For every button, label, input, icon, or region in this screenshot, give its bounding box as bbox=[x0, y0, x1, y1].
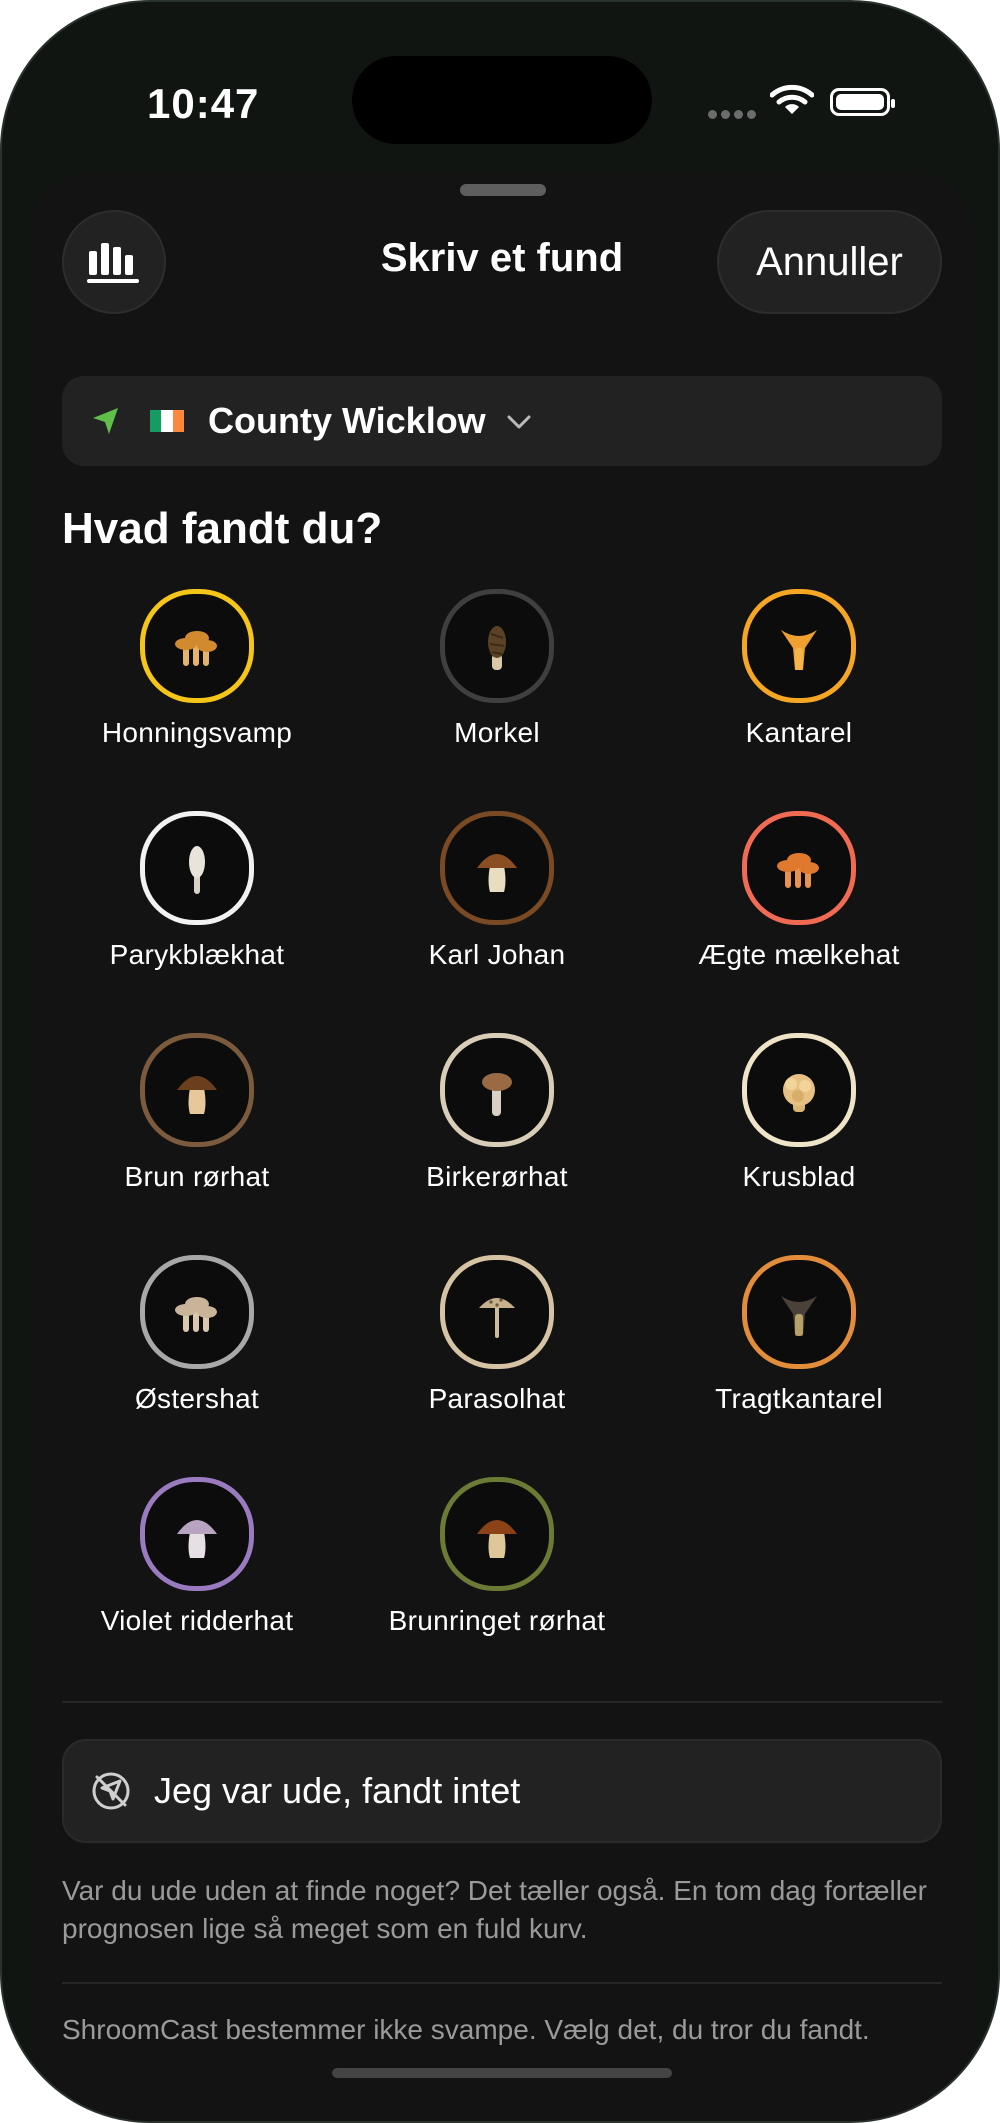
species-label: Krusblad bbox=[742, 1161, 856, 1192]
species-label: Birkerørhat bbox=[426, 1161, 568, 1192]
species-item[interactable]: Brun rørhat bbox=[47, 1033, 347, 1193]
species-item[interactable]: Violet ridderhat bbox=[47, 1477, 347, 1637]
mushroom-icon bbox=[140, 589, 254, 703]
battery-icon bbox=[830, 88, 895, 116]
species-item[interactable]: Morkel bbox=[347, 589, 647, 749]
species-label: Honningsvamp bbox=[101, 717, 293, 748]
mushroom-icon bbox=[440, 589, 554, 703]
species-item[interactable]: Kantarel bbox=[649, 589, 949, 749]
cancel-button[interactable]: Annuller bbox=[717, 210, 942, 314]
species-label: Morkel bbox=[454, 717, 540, 748]
species-item[interactable]: Ægte mælkehat bbox=[649, 811, 949, 971]
info-text: Var du ude uden at finde noget? Det tæll… bbox=[62, 1875, 927, 1944]
mushroom-icon bbox=[140, 1033, 254, 1147]
species-label: Østershat bbox=[134, 1383, 260, 1414]
mushroom-icon bbox=[440, 1033, 554, 1147]
mushroom-icon bbox=[742, 1255, 856, 1369]
mushroom-icon bbox=[440, 1477, 554, 1591]
sheet-grabber[interactable] bbox=[460, 184, 546, 196]
cellular-signal-icon bbox=[708, 106, 760, 124]
mushroom-icon bbox=[140, 1477, 254, 1591]
species-label: Violet ridderhat bbox=[100, 1605, 294, 1636]
species-label: Parykblækhat bbox=[109, 939, 285, 970]
species-item[interactable]: Brunringet rørhat bbox=[347, 1477, 647, 1637]
status-bar: 10:47 bbox=[2, 2, 998, 162]
mushroom-icon bbox=[742, 811, 856, 925]
found-nothing-label: Jeg var ude, fandt intet bbox=[154, 1770, 521, 1811]
dynamic-island bbox=[352, 56, 652, 144]
location-selector[interactable]: County Wicklow bbox=[62, 376, 942, 466]
wifi-icon bbox=[770, 84, 814, 114]
mushroom-icon bbox=[742, 589, 856, 703]
species-item[interactable]: Parykblækhat bbox=[47, 811, 347, 971]
species-label: Brunringet rørhat bbox=[388, 1605, 606, 1636]
species-label: Ægte mælkehat bbox=[698, 939, 900, 970]
species-label: Karl Johan bbox=[428, 939, 566, 970]
log-find-sheet: Skriv et fund Annuller County Wicklow Hv… bbox=[32, 174, 972, 2121]
mushroom-icon bbox=[742, 1033, 856, 1147]
species-item[interactable]: Honningsvamp bbox=[47, 589, 347, 749]
species-item[interactable]: Tragtkantarel bbox=[649, 1255, 949, 1415]
home-indicator[interactable] bbox=[332, 2068, 672, 2078]
found-nothing-button[interactable]: Jeg var ude, fandt intet bbox=[62, 1739, 942, 1843]
species-item[interactable]: Østershat bbox=[47, 1255, 347, 1415]
species-question: Hvad fandt du? bbox=[62, 504, 383, 553]
species-item[interactable]: Karl Johan bbox=[347, 811, 647, 971]
species-item[interactable]: Parasolhat bbox=[347, 1255, 647, 1415]
species-item[interactable]: Krusblad bbox=[649, 1033, 949, 1193]
divider bbox=[62, 1982, 942, 1984]
location-name: County Wicklow bbox=[208, 400, 486, 441]
species-item[interactable]: Birkerørhat bbox=[347, 1033, 647, 1193]
no-location-icon bbox=[92, 1772, 130, 1810]
mushroom-icon bbox=[140, 1255, 254, 1369]
mushroom-icon bbox=[440, 811, 554, 925]
chevron-down-icon bbox=[507, 415, 531, 429]
location-arrow-icon bbox=[93, 408, 118, 434]
phone-frame: 10:47 Skriv et fund Annuller County Wick… bbox=[0, 0, 1000, 2123]
species-label: Tragtkantarel bbox=[715, 1383, 883, 1414]
disclaimer-text: ShroomCast bestemmer ikke svampe. Vælg d… bbox=[62, 2014, 870, 2045]
species-label: Brun rørhat bbox=[124, 1161, 270, 1192]
ireland-flag-icon bbox=[150, 410, 184, 432]
status-time: 10:47 bbox=[147, 80, 260, 127]
divider bbox=[62, 1701, 942, 1703]
species-label: Kantarel bbox=[745, 717, 853, 748]
species-label: Parasolhat bbox=[428, 1383, 566, 1414]
mushroom-icon bbox=[440, 1255, 554, 1369]
mushroom-icon bbox=[140, 811, 254, 925]
